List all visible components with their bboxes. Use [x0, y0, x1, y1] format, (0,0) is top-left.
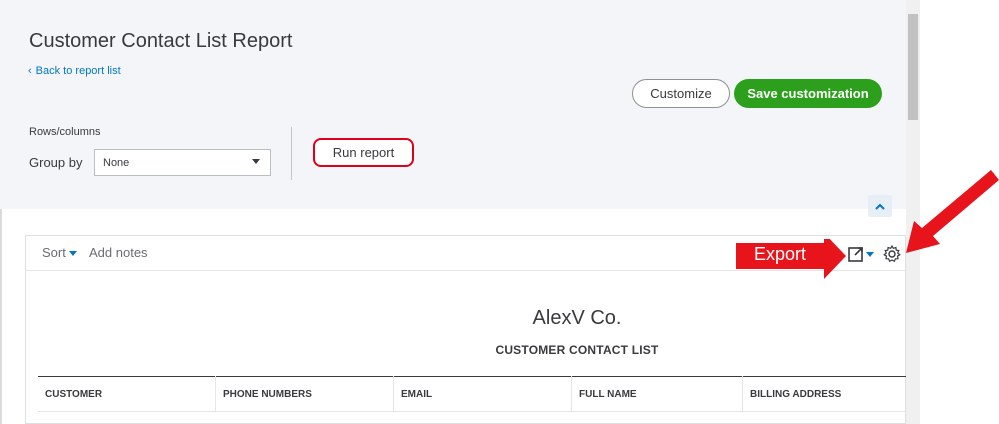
- column-header-phone-numbers[interactable]: PHONE NUMBERS: [216, 376, 394, 412]
- report-title: CUSTOMER CONTACT LIST: [495, 343, 659, 357]
- collapse-panel-button[interactable]: [868, 195, 892, 217]
- group-by-label: Group by: [29, 155, 83, 170]
- chevron-left-icon: ‹: [28, 65, 32, 77]
- save-customization-button[interactable]: Save customization: [734, 79, 882, 108]
- back-to-report-list-link[interactable]: ‹ Back to report list: [28, 65, 121, 77]
- sort-dropdown[interactable]: Sort: [42, 245, 77, 260]
- group-by-value: None: [103, 156, 130, 169]
- customize-button[interactable]: Customize: [632, 79, 730, 108]
- divider: [291, 127, 292, 180]
- page-title: Customer Contact List Report: [29, 30, 293, 52]
- rows-columns-label: Rows/columns: [29, 126, 101, 138]
- sort-label: Sort: [42, 245, 66, 260]
- column-header-customer[interactable]: CUSTOMER: [38, 376, 216, 412]
- caret-down-icon: [68, 251, 77, 257]
- gear-icon[interactable]: [882, 244, 902, 264]
- back-link-label: Back to report list: [35, 65, 121, 77]
- page-edge: [0, 209, 2, 424]
- group-by-select[interactable]: None: [94, 149, 271, 176]
- add-notes-button[interactable]: Add notes: [89, 245, 148, 260]
- export-icon[interactable]: [847, 244, 877, 264]
- column-header-billing-address[interactable]: BILLING ADDRESS: [743, 376, 906, 412]
- column-header-email[interactable]: EMAIL: [394, 376, 572, 412]
- chevron-down-icon: [252, 159, 260, 164]
- run-report-button[interactable]: Run report: [313, 138, 414, 167]
- column-header-full-name[interactable]: FULL NAME: [572, 376, 743, 412]
- export-annotation-label: Export: [754, 244, 807, 264]
- chevron-up-icon: [875, 203, 885, 210]
- company-name: AlexV Co.: [532, 307, 622, 329]
- scrollbar-thumb[interactable]: [908, 14, 918, 120]
